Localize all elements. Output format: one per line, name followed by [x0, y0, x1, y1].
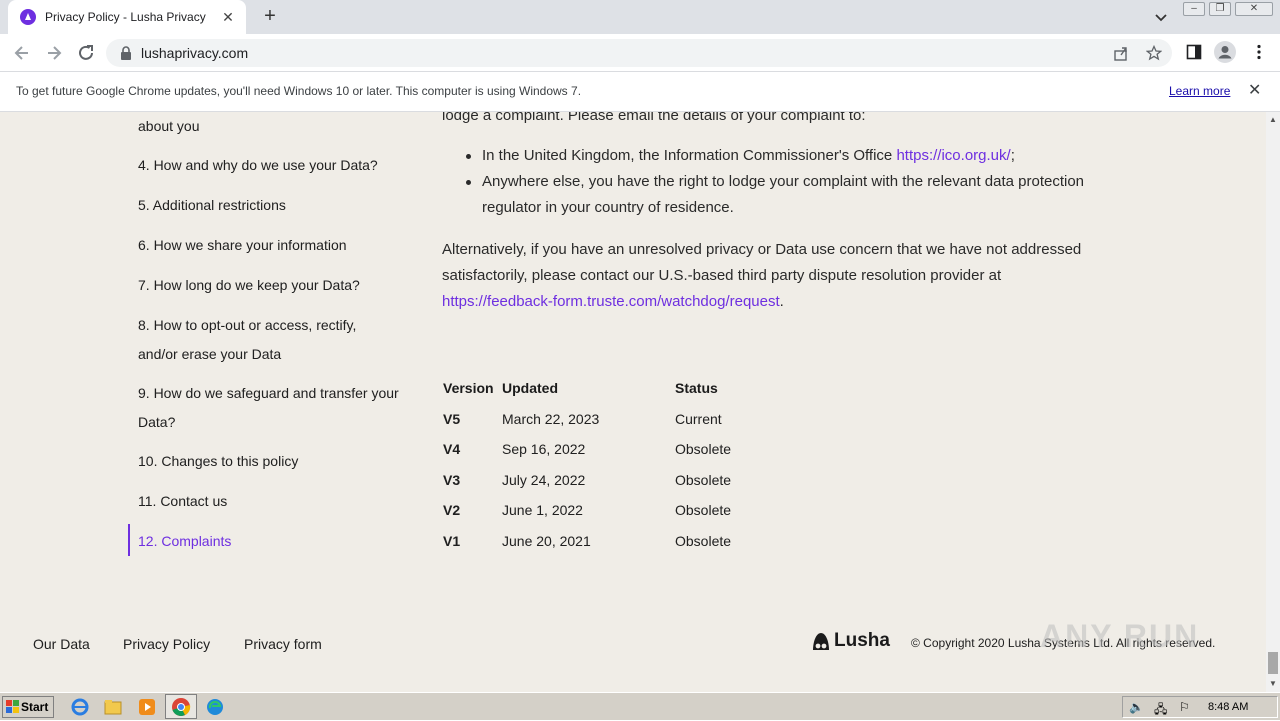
infobar-close-icon[interactable]: ✕: [1248, 80, 1261, 100]
reload-icon[interactable]: [76, 43, 96, 63]
chrome-taskbar-button[interactable]: [165, 694, 197, 719]
edge-icon[interactable]: [205, 697, 225, 717]
lusha-logo-icon: [813, 633, 829, 650]
row-version: V2: [443, 502, 461, 518]
side-panel-icon[interactable]: [1186, 44, 1202, 60]
start-button[interactable]: Start: [2, 696, 54, 718]
row-status: Current: [675, 411, 722, 427]
tab-privacy-policy[interactable]: Privacy Policy - Lusha Privacy ✕: [8, 0, 246, 34]
infobar-message: To get future Google Chrome updates, you…: [16, 84, 582, 98]
volume-icon[interactable]: 🔈: [1129, 700, 1144, 714]
page-scrollbar[interactable]: ▲ ▼: [1266, 112, 1280, 692]
minimize-button[interactable]: –: [1183, 2, 1205, 16]
toc-active-indicator: [128, 524, 130, 556]
toc-item-8-cont[interactable]: and/or erase your Data: [138, 340, 281, 369]
footer-link-our-data[interactable]: Our Data: [33, 636, 90, 652]
forward-icon[interactable]: [44, 43, 64, 63]
back-icon[interactable]: [12, 43, 32, 63]
anyrun-watermark: ANY RUN: [1040, 618, 1200, 654]
menu-kebab-icon[interactable]: [1252, 44, 1266, 60]
row-updated: March 22, 2023: [502, 411, 600, 427]
restore-button[interactable]: ❐: [1209, 2, 1231, 16]
alt-para-line3: https://feedback-form.truste.com/watchdo…: [442, 289, 784, 315]
update-infobar: To get future Google Chrome updates, you…: [0, 72, 1280, 112]
row-version: V4: [443, 441, 461, 457]
internet-explorer-icon[interactable]: [70, 697, 90, 717]
windows-taskbar: Start 🔈 🖧 ⚐ 8:48 AM: [0, 692, 1280, 720]
truste-link[interactable]: https://feedback-form.truste.com/watchdo…: [442, 293, 780, 310]
row-version: V1: [443, 533, 461, 549]
clock[interactable]: 8:48 AM: [1208, 701, 1248, 713]
row-status: Obsolete: [675, 502, 732, 518]
row-version: V3: [443, 472, 461, 488]
toc-item-3-cont[interactable]: about you: [138, 112, 200, 141]
ico-link[interactable]: https://ico.org.uk/: [896, 147, 1010, 164]
browser-toolbar: lushaprivacy.com: [0, 34, 1280, 72]
toc-item-8[interactable]: 8. How to opt-out or access, rectify,: [138, 311, 356, 340]
footer-brand[interactable]: Lusha: [834, 630, 890, 652]
chrome-icon: [172, 698, 191, 716]
footer-link-privacy-form[interactable]: Privacy form: [244, 636, 322, 652]
tab-close-icon[interactable]: ✕: [220, 9, 236, 26]
lusha-favicon-icon: [20, 9, 36, 25]
row-updated: June 20, 2021: [502, 533, 591, 549]
table-header-version: Version: [443, 380, 494, 396]
bullet-uk: In the United Kingdom, the Information C…: [482, 143, 1015, 169]
row-status: Obsolete: [675, 441, 732, 457]
bookmark-star-icon[interactable]: [1146, 45, 1162, 61]
bullet-uk-text: In the United Kingdom, the Information C…: [482, 147, 897, 164]
toc-item-5[interactable]: 5. Additional restrictions: [138, 191, 286, 220]
windows-logo-icon: [6, 700, 19, 713]
page-content: about you 4. How and why do we use your …: [0, 112, 1266, 692]
table-header-updated: Updated: [502, 380, 558, 396]
alt-para-end: .: [779, 293, 784, 310]
row-updated: June 1, 2022: [502, 502, 583, 518]
system-tray: 🔈 🖧 ⚐ 8:48 AM: [1122, 696, 1278, 718]
action-center-flag-icon[interactable]: ⚐: [1179, 700, 1190, 714]
profile-avatar-icon[interactable]: [1214, 41, 1236, 63]
bullet-elsewhere-line2: regulator in your country of residence.: [482, 199, 734, 216]
toc-item-6[interactable]: 6. How we share your information: [138, 231, 347, 260]
row-status: Obsolete: [675, 533, 732, 549]
address-bar[interactable]: lushaprivacy.com: [106, 39, 1172, 67]
bullet-dot: [466, 154, 471, 159]
lock-icon[interactable]: [120, 46, 132, 60]
toc-item-12-active[interactable]: 12. Complaints: [138, 527, 231, 556]
url-text: lushaprivacy.com: [141, 45, 249, 61]
alt-para-line1: Alternatively, if you have an unresolved…: [442, 241, 1082, 258]
bullet-dot: [466, 180, 471, 185]
tab-title: Privacy Policy - Lusha Privacy: [45, 10, 206, 24]
close-window-button[interactable]: ✕: [1235, 2, 1273, 16]
toc-item-9-cont[interactable]: Data?: [138, 408, 175, 437]
scroll-down-icon[interactable]: ▼: [1269, 679, 1277, 688]
alt-para-line2: satisfactorily, please contact our U.S.-…: [442, 267, 1002, 284]
row-updated: July 24, 2022: [502, 472, 586, 488]
table-header-status: Status: [675, 380, 718, 396]
complaint-lead-text: lodge a complaint. Please email the deta…: [442, 112, 866, 124]
row-status: Obsolete: [675, 472, 732, 488]
media-player-icon[interactable]: [137, 697, 157, 717]
tab-search-chevron-icon[interactable]: [1152, 8, 1170, 26]
tab-strip: Privacy Policy - Lusha Privacy ✕ + – ❐ ✕: [0, 0, 1280, 34]
row-updated: Sep 16, 2022: [502, 441, 586, 457]
start-label: Start: [21, 700, 49, 714]
file-explorer-icon[interactable]: [103, 697, 123, 717]
scroll-up-icon[interactable]: ▲: [1269, 115, 1277, 124]
toc-item-7[interactable]: 7. How long do we keep your Data?: [138, 271, 360, 300]
share-icon[interactable]: [1113, 45, 1129, 61]
toc-item-11[interactable]: 11. Contact us: [138, 487, 227, 516]
toc-item-10[interactable]: 10. Changes to this policy: [138, 447, 298, 476]
network-icon[interactable]: 🖧: [1154, 700, 1167, 721]
toc-item-4[interactable]: 4. How and why do we use your Data?: [138, 151, 378, 180]
learn-more-link[interactable]: Learn more: [1169, 84, 1230, 98]
toc-item-9[interactable]: 9. How do we safeguard and transfer your: [138, 379, 399, 408]
bullet-uk-end: ;: [1010, 147, 1015, 164]
row-version: V5: [443, 411, 461, 427]
bullet-elsewhere-line1: Anywhere else, you have the right to lod…: [482, 173, 1085, 190]
footer-link-privacy-policy[interactable]: Privacy Policy: [123, 636, 210, 652]
scrollbar-thumb[interactable]: [1268, 652, 1278, 674]
new-tab-button[interactable]: +: [258, 6, 282, 28]
